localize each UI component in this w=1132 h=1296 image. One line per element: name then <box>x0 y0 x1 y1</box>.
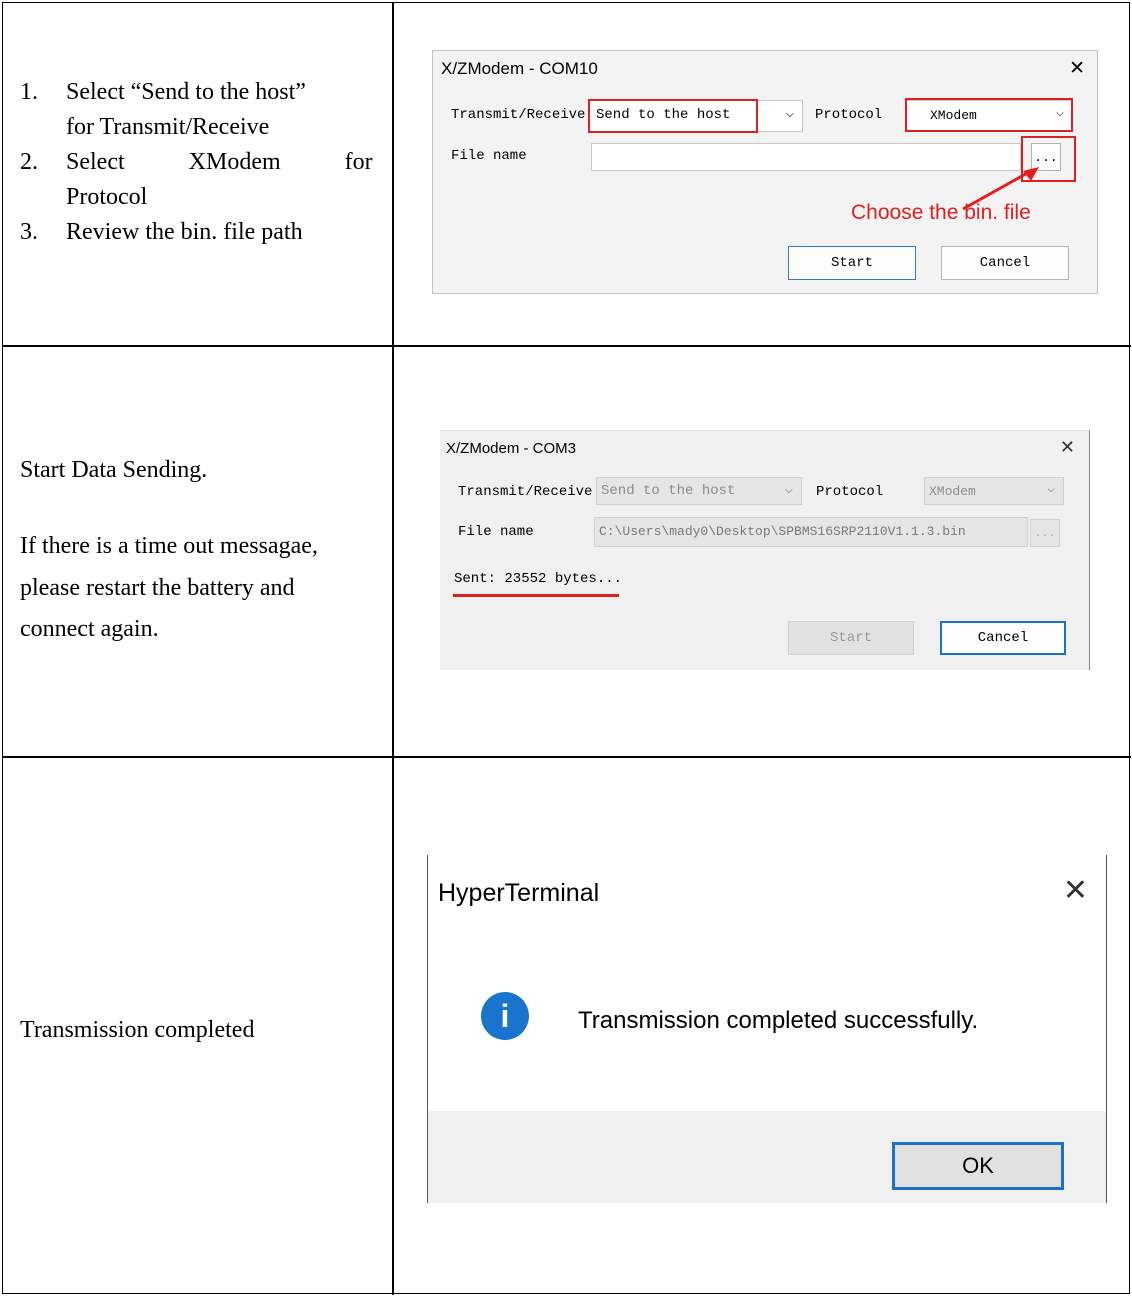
step-text-cont: for Transmit/Receive <box>66 114 270 140</box>
dialog-title: X/ZModem - COM10 <box>441 59 598 78</box>
xzmodem-dialog-com10: X/ZModem - COM10 ✕ Transmit/Receive Send… <box>432 50 1098 294</box>
highlight-box-protocol <box>905 98 1073 132</box>
browse-button: ... <box>1030 519 1060 547</box>
protocol-label: Protocol <box>815 107 883 123</box>
start-button: Start <box>788 621 914 655</box>
hyperterminal-dialog: HyperTerminal ✕ i Transmission completed… <box>427 855 1107 1203</box>
cancel-button[interactable]: Cancel <box>941 246 1069 280</box>
dialog-message: Transmission completed successfully. <box>578 1007 979 1034</box>
transmit-receive-label: Transmit/Receive <box>451 107 586 123</box>
file-name-value: C:\Users\mady0\Desktop\SPBMS16SRP2110V1.… <box>599 524 966 539</box>
step-number: 2. <box>20 149 38 175</box>
protocol-select: XModem ⌵ <box>924 477 1064 505</box>
chevron-down-icon: ⌵ <box>784 482 793 498</box>
step-text: Select XModem for <box>66 149 373 175</box>
protocol-label: Protocol <box>816 484 884 500</box>
column-divider <box>392 3 394 1295</box>
file-name-input: C:\Users\mady0\Desktop\SPBMS16SRP2110V1.… <box>594 517 1028 547</box>
step-number: 1. <box>20 79 38 105</box>
protocol-value: XModem <box>929 484 976 499</box>
close-icon[interactable]: ✕ <box>1063 873 1088 908</box>
annotation-label: Choose the bin. file <box>851 201 1031 224</box>
step-text: Select “Send to the host” <box>66 79 306 105</box>
transfer-status: Sent: 23552 bytes... <box>454 571 623 587</box>
file-name-label: File name <box>451 148 527 164</box>
step-2: 2. Select XModem for Protocol <box>20 145 380 215</box>
step-1: 1. Select “Send to the host” for Transmi… <box>20 75 380 145</box>
transmit-receive-label: Transmit/Receive <box>458 484 593 500</box>
chevron-down-icon: ⌵ <box>785 106 794 122</box>
steps-list: 1. Select “Send to the host” for Transmi… <box>20 75 380 250</box>
file-name-label: File name <box>458 524 534 540</box>
chevron-down-icon: ⌵ <box>1047 481 1055 496</box>
timeout-note-line2: please restart the battery and <box>20 575 295 601</box>
timeout-note-line1: If there is a time out messagae, <box>20 533 318 559</box>
step-text-cont: Protocol <box>66 184 148 210</box>
row-divider-2 <box>3 756 1131 758</box>
start-sending-text: Start Data Sending. <box>20 457 208 483</box>
info-glyph: i <box>500 997 510 1034</box>
close-icon[interactable]: ✕ <box>1060 437 1075 458</box>
row-divider-1 <box>3 345 1131 347</box>
highlight-box-transmit <box>588 99 758 133</box>
close-icon[interactable]: ✕ <box>1069 57 1085 80</box>
step-text: Review the bin. file path <box>66 219 303 245</box>
cancel-button[interactable]: Cancel <box>940 621 1066 655</box>
dialog-title: X/ZModem - COM3 <box>446 440 577 457</box>
dialog-footer: OK <box>428 1111 1106 1203</box>
transmission-completed-text: Transmission completed <box>20 1017 255 1043</box>
info-icon: i <box>481 992 529 1040</box>
xzmodem-dialog-com3: X/ZModem - COM3 ✕ Transmit/Receive Send … <box>440 430 1090 670</box>
ok-button[interactable]: OK <box>892 1142 1064 1190</box>
start-button[interactable]: Start <box>788 246 916 280</box>
step-number: 3. <box>20 219 38 245</box>
step-3: 3. Review the bin. file path <box>20 215 380 250</box>
dialog-title: HyperTerminal <box>438 879 600 907</box>
status-underline <box>453 594 619 597</box>
timeout-note-line3: connect again. <box>20 616 159 642</box>
transmit-receive-select: Send to the host ⌵ <box>596 477 802 505</box>
transmit-receive-value: Send to the host <box>601 483 736 499</box>
